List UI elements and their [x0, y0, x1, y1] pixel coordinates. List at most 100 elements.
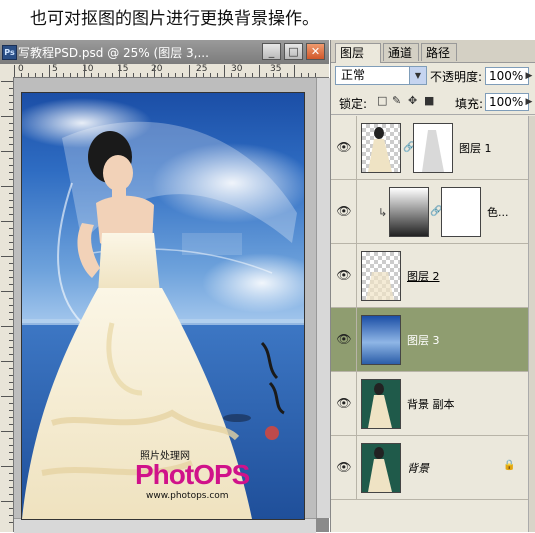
layer-divider	[356, 180, 357, 244]
opacity-label: 不透明度:	[430, 70, 483, 84]
ruler-tick	[9, 459, 13, 460]
ruler-tick	[1, 256, 13, 257]
maximize-button[interactable]: □	[284, 43, 303, 60]
layer-row-2[interactable]: 👁 图层 2	[331, 244, 528, 308]
opacity-arrow-icon[interactable]: ▶	[522, 67, 535, 85]
layer-row-1[interactable]: 👁 🔗 图层 1	[331, 116, 528, 180]
lock-all-icon[interactable]: ■	[424, 95, 435, 106]
layer-name[interactable]: 图层 2	[407, 268, 440, 284]
ruler-tick	[203, 73, 204, 77]
document-image[interactable]: 照片处理网 PhotOPS www.photops.com	[21, 92, 305, 520]
ruler-tick	[35, 73, 36, 77]
layer-thumbnail[interactable]	[361, 251, 401, 301]
ruler-tick	[1, 291, 13, 292]
ruler-tick	[210, 73, 211, 77]
ruler-tick	[9, 193, 13, 194]
vertical-scrollbar[interactable]	[316, 78, 330, 518]
ruler-tick	[28, 73, 29, 77]
layer-thumbnail[interactable]	[361, 315, 401, 365]
layer-row-background-copy[interactable]: 👁 背景 副本	[331, 372, 528, 436]
ruler-tick	[112, 73, 113, 77]
ruler-tick	[9, 403, 13, 404]
ruler-tick	[9, 172, 13, 173]
minimize-button[interactable]: _	[262, 43, 281, 60]
eye-icon[interactable]: 👁	[336, 396, 352, 410]
layer-name[interactable]: 图层 1	[459, 140, 492, 156]
chevron-down-icon: ▼	[409, 67, 426, 84]
ruler-tick	[9, 214, 13, 215]
photops-logo: PhotOPS	[135, 459, 250, 490]
close-button[interactable]: ✕	[306, 43, 325, 60]
ruler-tick	[9, 389, 13, 390]
ruler-tick	[9, 284, 13, 285]
layer-mask-thumbnail[interactable]	[413, 123, 453, 173]
layers-scrollbar[interactable]	[528, 116, 535, 532]
ruler-tick	[252, 73, 253, 77]
ruler-tick	[280, 73, 281, 77]
ruler-tick	[9, 410, 13, 411]
ruler-tick	[9, 438, 13, 439]
lock-move-icon[interactable]: ✥	[408, 95, 419, 106]
ruler-tick	[9, 487, 13, 488]
ruler-tick	[9, 305, 13, 306]
document-titlebar[interactable]: Ps 写教程PSD.psd @ 25% (图层 3,... _ □ ✕	[0, 40, 329, 65]
ruler-tick	[154, 65, 155, 77]
layer-divider	[356, 372, 357, 436]
layer-thumbnail[interactable]	[361, 123, 401, 173]
ruler-tick	[9, 340, 13, 341]
ruler-tick	[9, 270, 13, 271]
tab-layers[interactable]: 图层 ×	[335, 43, 381, 78]
layer-name[interactable]: 色...	[487, 204, 509, 220]
eye-icon[interactable]: 👁	[336, 140, 352, 154]
layer-row-background[interactable]: 👁 背景 🔒	[331, 436, 528, 500]
eye-icon[interactable]: 👁	[336, 268, 352, 282]
adjustment-mask-thumbnail[interactable]	[441, 187, 481, 237]
horizontal-ruler[interactable]: 0 5 10 15 20 25 30 35	[0, 64, 329, 78]
ruler-tick	[9, 319, 13, 320]
ruler-tick	[9, 480, 13, 481]
ruler-tick	[1, 431, 13, 432]
layer-thumbnail[interactable]	[361, 379, 401, 429]
horizontal-scrollbar[interactable]	[14, 518, 316, 533]
tab-channels[interactable]: 通道	[383, 43, 419, 61]
eye-icon[interactable]: 👁	[336, 204, 352, 218]
blend-mode-select[interactable]: 正常 ▼	[335, 66, 427, 85]
layer-row-adjustment[interactable]: 👁 ↳ 🔗 色...	[331, 180, 528, 244]
layer-row-3[interactable]: 👁 图层 3	[331, 308, 528, 372]
ruler-tick	[9, 298, 13, 299]
ruler-tick	[9, 277, 13, 278]
ruler-tick	[9, 165, 13, 166]
panel-tabs: 图层 × 通道 路径	[331, 40, 535, 78]
tab-paths[interactable]: 路径	[421, 43, 457, 61]
ruler-tick	[301, 73, 302, 77]
layers-panel: 图层 × 通道 路径 正常 ▼ 不透明度: 100% ▶ 锁定: □ ✎ ✥ ■…	[330, 40, 535, 532]
eye-icon[interactable]: 👁	[336, 460, 352, 474]
lock-brush-icon[interactable]: ✎	[392, 95, 403, 106]
ruler-tick	[84, 65, 85, 77]
ruler-tick	[9, 123, 13, 124]
ruler-tick	[9, 200, 13, 201]
ruler-tick	[196, 73, 197, 77]
ruler-tick	[9, 207, 13, 208]
ruler-label: 25	[196, 64, 208, 74]
vertical-ruler[interactable]	[0, 77, 14, 532]
eye-icon[interactable]: 👁	[336, 332, 352, 346]
ruler-tick	[1, 326, 13, 327]
ruler-tick	[9, 445, 13, 446]
ruler-tick	[9, 354, 13, 355]
ruler-tick	[49, 65, 50, 77]
adjustment-thumbnail[interactable]	[389, 187, 429, 237]
ruler-tick	[105, 73, 106, 77]
layer-name[interactable]: 背景	[407, 460, 429, 476]
lock-transparency-icon[interactable]: □	[377, 95, 388, 106]
layers-list: 👁 🔗 图层 1 👁 ↳ 🔗 色... 👁 图层 2 👁 图层 3 👁 背景 副…	[331, 116, 528, 532]
ruler-tick	[175, 73, 176, 77]
ruler-tick	[147, 73, 148, 77]
layer-name[interactable]: 背景 副本	[407, 396, 455, 412]
layer-thumbnail[interactable]	[361, 443, 401, 493]
fill-arrow-icon[interactable]: ▶	[522, 93, 535, 111]
clipping-arrow-icon: ↳	[378, 206, 388, 219]
ruler-tick	[70, 73, 71, 77]
layer-name[interactable]: 图层 3	[407, 332, 440, 348]
ruler-label: 30	[231, 64, 243, 74]
